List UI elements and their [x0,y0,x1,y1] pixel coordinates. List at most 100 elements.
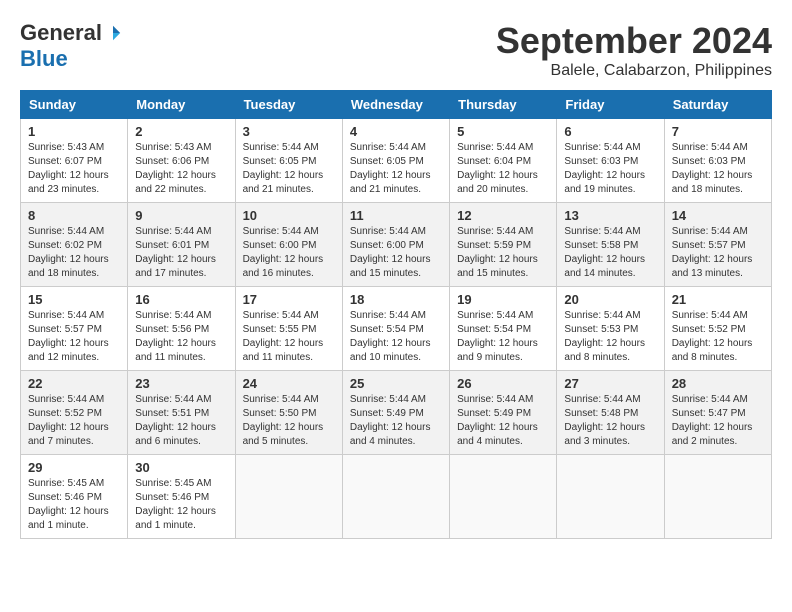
logo-flag-icon [104,24,122,42]
day-number: 15 [28,292,120,307]
day-info: Sunrise: 5:45 AMSunset: 5:46 PMDaylight:… [135,478,216,531]
day-info: Sunrise: 5:44 AMSunset: 5:55 PMDaylight:… [243,310,324,363]
calendar-table: Sunday Monday Tuesday Wednesday Thursday… [20,90,772,539]
table-row: 4 Sunrise: 5:44 AMSunset: 6:05 PMDayligh… [342,119,449,203]
table-row: 14 Sunrise: 5:44 AMSunset: 5:57 PMDaylig… [664,203,771,287]
day-info: Sunrise: 5:44 AMSunset: 6:01 PMDaylight:… [135,226,216,279]
header-saturday: Saturday [664,91,771,119]
table-row: 20 Sunrise: 5:44 AMSunset: 5:53 PMDaylig… [557,287,664,371]
table-row: 21 Sunrise: 5:44 AMSunset: 5:52 PMDaylig… [664,287,771,371]
day-number: 3 [243,124,335,139]
logo-general-text: General [20,20,102,46]
header-thursday: Thursday [450,91,557,119]
day-info: Sunrise: 5:44 AMSunset: 6:02 PMDaylight:… [28,226,109,279]
calendar-header-row: Sunday Monday Tuesday Wednesday Thursday… [21,91,772,119]
day-info: Sunrise: 5:44 AMSunset: 5:52 PMDaylight:… [672,310,753,363]
table-row: 30 Sunrise: 5:45 AMSunset: 5:46 PMDaylig… [128,455,235,539]
day-info: Sunrise: 5:44 AMSunset: 5:47 PMDaylight:… [672,394,753,447]
day-number: 21 [672,292,764,307]
header-tuesday: Tuesday [235,91,342,119]
header-wednesday: Wednesday [342,91,449,119]
day-number: 22 [28,376,120,391]
table-row: 5 Sunrise: 5:44 AMSunset: 6:04 PMDayligh… [450,119,557,203]
day-info: Sunrise: 5:43 AMSunset: 6:07 PMDaylight:… [28,142,109,195]
table-row: 10 Sunrise: 5:44 AMSunset: 6:00 PMDaylig… [235,203,342,287]
table-row: 1 Sunrise: 5:43 AMSunset: 6:07 PMDayligh… [21,119,128,203]
table-row [342,455,449,539]
day-info: Sunrise: 5:44 AMSunset: 5:54 PMDaylight:… [457,310,538,363]
table-row: 13 Sunrise: 5:44 AMSunset: 5:58 PMDaylig… [557,203,664,287]
day-info: Sunrise: 5:44 AMSunset: 5:52 PMDaylight:… [28,394,109,447]
month-title: September 2024 [496,20,772,62]
table-row: 29 Sunrise: 5:45 AMSunset: 5:46 PMDaylig… [21,455,128,539]
day-number: 24 [243,376,335,391]
table-row: 28 Sunrise: 5:44 AMSunset: 5:47 PMDaylig… [664,371,771,455]
day-number: 10 [243,208,335,223]
day-info: Sunrise: 5:44 AMSunset: 5:59 PMDaylight:… [457,226,538,279]
day-number: 9 [135,208,227,223]
day-info: Sunrise: 5:44 AMSunset: 5:58 PMDaylight:… [564,226,645,279]
table-row: 6 Sunrise: 5:44 AMSunset: 6:03 PMDayligh… [557,119,664,203]
day-number: 28 [672,376,764,391]
day-info: Sunrise: 5:43 AMSunset: 6:06 PMDaylight:… [135,142,216,195]
day-info: Sunrise: 5:44 AMSunset: 6:04 PMDaylight:… [457,142,538,195]
day-info: Sunrise: 5:44 AMSunset: 5:53 PMDaylight:… [564,310,645,363]
day-number: 6 [564,124,656,139]
table-row: 24 Sunrise: 5:44 AMSunset: 5:50 PMDaylig… [235,371,342,455]
day-number: 4 [350,124,442,139]
day-info: Sunrise: 5:44 AMSunset: 6:03 PMDaylight:… [564,142,645,195]
day-info: Sunrise: 5:44 AMSunset: 5:49 PMDaylight:… [457,394,538,447]
day-number: 29 [28,460,120,475]
day-info: Sunrise: 5:44 AMSunset: 6:00 PMDaylight:… [350,226,431,279]
table-row [664,455,771,539]
page-header: General Blue September 2024 Balele, Cala… [20,20,772,80]
day-number: 1 [28,124,120,139]
table-row: 26 Sunrise: 5:44 AMSunset: 5:49 PMDaylig… [450,371,557,455]
day-info: Sunrise: 5:45 AMSunset: 5:46 PMDaylight:… [28,478,109,531]
day-number: 20 [564,292,656,307]
table-row: 18 Sunrise: 5:44 AMSunset: 5:54 PMDaylig… [342,287,449,371]
table-row: 7 Sunrise: 5:44 AMSunset: 6:03 PMDayligh… [664,119,771,203]
day-number: 8 [28,208,120,223]
day-number: 16 [135,292,227,307]
location-text: Balele, Calabarzon, Philippines [496,62,772,80]
header-friday: Friday [557,91,664,119]
day-info: Sunrise: 5:44 AMSunset: 5:54 PMDaylight:… [350,310,431,363]
table-row: 12 Sunrise: 5:44 AMSunset: 5:59 PMDaylig… [450,203,557,287]
table-row: 17 Sunrise: 5:44 AMSunset: 5:55 PMDaylig… [235,287,342,371]
day-number: 19 [457,292,549,307]
table-row [235,455,342,539]
day-number: 14 [672,208,764,223]
day-number: 23 [135,376,227,391]
day-number: 30 [135,460,227,475]
table-row: 23 Sunrise: 5:44 AMSunset: 5:51 PMDaylig… [128,371,235,455]
table-row: 22 Sunrise: 5:44 AMSunset: 5:52 PMDaylig… [21,371,128,455]
day-number: 17 [243,292,335,307]
table-row: 19 Sunrise: 5:44 AMSunset: 5:54 PMDaylig… [450,287,557,371]
day-number: 7 [672,124,764,139]
logo-blue-text: Blue [20,46,68,72]
day-info: Sunrise: 5:44 AMSunset: 5:48 PMDaylight:… [564,394,645,447]
day-info: Sunrise: 5:44 AMSunset: 6:05 PMDaylight:… [350,142,431,195]
table-row [450,455,557,539]
header-monday: Monday [128,91,235,119]
day-info: Sunrise: 5:44 AMSunset: 6:00 PMDaylight:… [243,226,324,279]
day-info: Sunrise: 5:44 AMSunset: 5:49 PMDaylight:… [350,394,431,447]
table-row: 25 Sunrise: 5:44 AMSunset: 5:49 PMDaylig… [342,371,449,455]
day-number: 26 [457,376,549,391]
day-number: 5 [457,124,549,139]
table-row: 16 Sunrise: 5:44 AMSunset: 5:56 PMDaylig… [128,287,235,371]
day-number: 27 [564,376,656,391]
day-number: 12 [457,208,549,223]
table-row [557,455,664,539]
table-row: 11 Sunrise: 5:44 AMSunset: 6:00 PMDaylig… [342,203,449,287]
day-info: Sunrise: 5:44 AMSunset: 6:05 PMDaylight:… [243,142,324,195]
title-section: September 2024 Balele, Calabarzon, Phili… [496,20,772,80]
table-row: 2 Sunrise: 5:43 AMSunset: 6:06 PMDayligh… [128,119,235,203]
logo: General Blue [20,20,122,72]
header-sunday: Sunday [21,91,128,119]
day-number: 25 [350,376,442,391]
day-info: Sunrise: 5:44 AMSunset: 5:50 PMDaylight:… [243,394,324,447]
table-row: 15 Sunrise: 5:44 AMSunset: 5:57 PMDaylig… [21,287,128,371]
table-row: 8 Sunrise: 5:44 AMSunset: 6:02 PMDayligh… [21,203,128,287]
